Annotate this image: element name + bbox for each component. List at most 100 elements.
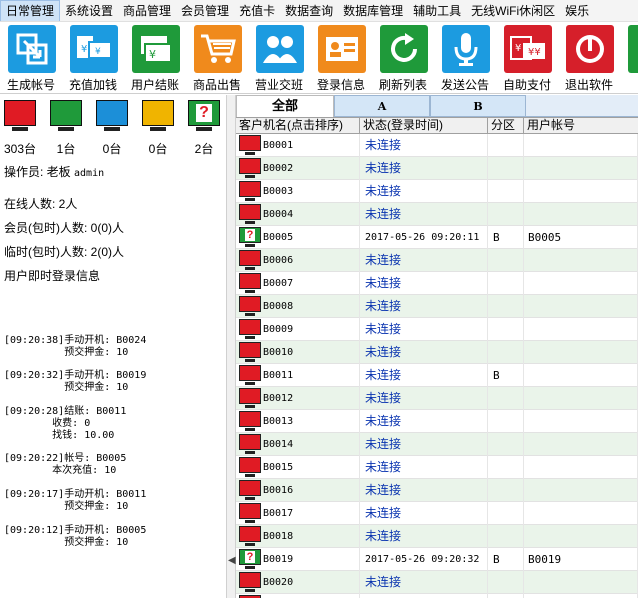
table-row[interactable]: B0006 未连接 bbox=[236, 249, 638, 272]
toolbar-button-8[interactable]: ¥ ¥¥ 自助支付 bbox=[496, 22, 558, 93]
column-account[interactable]: 用户帐号 bbox=[524, 118, 638, 133]
login-log-entry: [09:20:12]手动开机: B0005 预交押金: 10 bbox=[4, 525, 224, 549]
table-row[interactable]: B0003 未连接 bbox=[236, 180, 638, 203]
menu-item-7[interactable]: 辅助工具 bbox=[408, 0, 466, 21]
pc-offline-icon bbox=[239, 158, 261, 174]
pc-offline-icon bbox=[239, 204, 261, 220]
pc-stand bbox=[245, 474, 255, 477]
status-cell: 未连接 bbox=[360, 502, 488, 525]
toolbar-button-0[interactable]: 生成帐号 bbox=[0, 22, 62, 93]
table-row[interactable]: ? B0019 2017-05-26 09:20:32 B B0019 bbox=[236, 548, 638, 571]
log-detail: 预交押金: 10 bbox=[4, 537, 129, 548]
toolbar-button-10[interactable]: 已 bbox=[620, 22, 638, 93]
tab-filler bbox=[526, 95, 638, 117]
menu-item-0[interactable]: 日常管理 bbox=[0, 0, 61, 21]
table-row[interactable]: B0010 未连接 bbox=[236, 341, 638, 364]
table-row[interactable]: B0011 未连接 B bbox=[236, 364, 638, 387]
table-row[interactable]: B0001 未连接 bbox=[236, 134, 638, 157]
pc-stand bbox=[245, 520, 255, 523]
log-event: [09:20:38]手动开机: B0024 bbox=[4, 335, 147, 346]
log-event: [09:20:17]手动开机: B0011 bbox=[4, 489, 147, 500]
zone-cell bbox=[488, 433, 524, 456]
operator-label: 操作员: 老板 bbox=[4, 165, 71, 179]
pc-stand bbox=[245, 175, 255, 178]
menu-item-1[interactable]: 系统设置 bbox=[60, 0, 118, 21]
status-cell: 未连接 bbox=[360, 364, 488, 387]
table-row[interactable]: ? B0005 2017-05-26 09:20:11 B B0005 bbox=[236, 226, 638, 249]
menu-item-6[interactable]: 数据库管理 bbox=[338, 0, 408, 21]
monitor-icon: ? bbox=[188, 100, 220, 126]
operator-info: 操作员: 老板 admin bbox=[4, 163, 104, 180]
toolbar-button-4[interactable]: 营业交班 bbox=[248, 22, 310, 93]
menu-item-4[interactable]: 充值卡 bbox=[234, 0, 280, 21]
pc-stand bbox=[245, 566, 255, 569]
table-row[interactable]: B0009 未连接 bbox=[236, 318, 638, 341]
machine-name: B0020 bbox=[263, 577, 294, 588]
pc-stand bbox=[245, 428, 255, 431]
toolbar-button-5[interactable]: 登录信息 bbox=[310, 22, 372, 93]
pc-offline-icon bbox=[239, 572, 261, 588]
collapse-arrow-icon[interactable]: ◀ bbox=[228, 555, 236, 566]
tab-all[interactable]: 全部 bbox=[236, 95, 334, 117]
pc-offline-icon bbox=[239, 503, 261, 519]
pc-offline-icon bbox=[239, 457, 261, 473]
table-row[interactable]: B0021 未连接 bbox=[236, 594, 638, 598]
table-row[interactable]: B0012 未连接 bbox=[236, 387, 638, 410]
machine-name-cell: B0016 bbox=[236, 479, 360, 502]
toolbar-button-7[interactable]: 发送公告 bbox=[434, 22, 496, 93]
account-cell bbox=[524, 364, 638, 387]
toolbar-button-3[interactable]: 商品出售 bbox=[186, 22, 248, 93]
menu-item-8[interactable]: 无线WiFi休闲区 bbox=[466, 0, 560, 21]
machine-name-cell: B0014 bbox=[236, 433, 360, 456]
table-row[interactable]: B0016 未连接 bbox=[236, 479, 638, 502]
table-row[interactable]: B0015 未连接 bbox=[236, 456, 638, 479]
status-cell: 未连接 bbox=[360, 387, 488, 410]
pc-offline-icon bbox=[239, 434, 261, 450]
menu-item-5[interactable]: 数据查询 bbox=[280, 0, 338, 21]
log-event: [09:20:28]结账: B0011 bbox=[4, 406, 127, 417]
table-row[interactable]: B0013 未连接 bbox=[236, 410, 638, 433]
zone-cell: B bbox=[488, 364, 524, 387]
status-cell: 未连接 bbox=[360, 134, 488, 157]
menu-item-9[interactable]: 娱乐 bbox=[560, 0, 594, 21]
zone-cell bbox=[488, 134, 524, 157]
toolbar-button-9[interactable]: 退出软件 bbox=[558, 22, 620, 93]
column-machine-name[interactable]: 客户机名(点击排序) bbox=[236, 118, 360, 133]
zone-cell bbox=[488, 180, 524, 203]
status-cell: 未连接 bbox=[360, 410, 488, 433]
member-count: 会员(包时)人数: 0(0)人 bbox=[4, 221, 125, 235]
tab-a[interactable]: A bbox=[334, 95, 430, 117]
panel-splitter[interactable]: ◀ bbox=[226, 95, 236, 598]
table-row[interactable]: B0017 未连接 bbox=[236, 502, 638, 525]
column-status[interactable]: 状态(登录时间) bbox=[360, 118, 488, 133]
machine-count: 0台 bbox=[148, 142, 168, 156]
machine-name: B0001 bbox=[263, 140, 294, 151]
table-row[interactable]: B0008 未连接 bbox=[236, 295, 638, 318]
online-count: 在线人数: 2人 bbox=[4, 197, 78, 211]
machine-name: B0015 bbox=[263, 462, 294, 473]
table-row[interactable]: B0004 未连接 bbox=[236, 203, 638, 226]
table-row[interactable]: B0007 未连接 bbox=[236, 272, 638, 295]
log-event: [09:20:22]帐号: B0005 bbox=[4, 453, 127, 464]
machine-name-cell: ? B0005 bbox=[236, 226, 360, 249]
tab-b[interactable]: B bbox=[430, 95, 526, 117]
toolbar-button-2[interactable]: ¥ 用户结账 bbox=[124, 22, 186, 93]
monitor-icon bbox=[142, 100, 174, 126]
toolbar-button-1[interactable]: ¥ ¥ 充值加钱 bbox=[62, 22, 124, 93]
toolbar-button-6[interactable]: 刷新列表 bbox=[372, 22, 434, 93]
zone-cell bbox=[488, 272, 524, 295]
status-cell: 未连接 bbox=[360, 295, 488, 318]
account-cell bbox=[524, 594, 638, 598]
zone-cell bbox=[488, 525, 524, 548]
menu-item-3[interactable]: 会员管理 bbox=[176, 0, 234, 21]
toolbar-button-label: 充值加钱 bbox=[68, 78, 117, 92]
table-row[interactable]: B0018 未连接 bbox=[236, 525, 638, 548]
menu-item-2[interactable]: 商品管理 bbox=[118, 0, 176, 21]
account-cell bbox=[524, 433, 638, 456]
toolbar-button-label: 商品出售 bbox=[192, 78, 241, 92]
column-zone[interactable]: 分区 bbox=[488, 118, 524, 133]
table-row[interactable]: B0020 未连接 bbox=[236, 571, 638, 594]
table-row[interactable]: B0002 未连接 bbox=[236, 157, 638, 180]
table-row[interactable]: B0014 未连接 bbox=[236, 433, 638, 456]
account-cell bbox=[524, 410, 638, 433]
